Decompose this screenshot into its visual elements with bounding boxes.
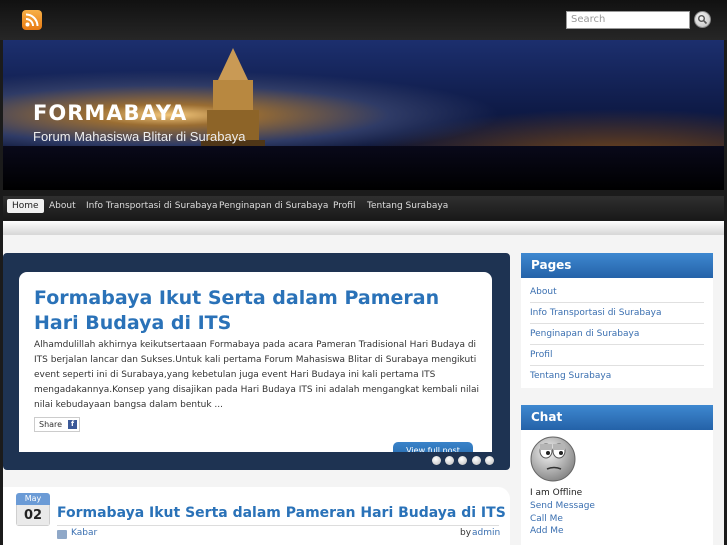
header-stripe [3,221,724,235]
category-icon [57,530,67,539]
pages-list: About Info Transportasi di Surabaya Peng… [521,278,713,386]
post-date-day: 02 [16,505,50,526]
post-by-label: by [460,528,472,538]
top-bar: Search [0,0,727,40]
site-title[interactable]: FORMABAYA [33,101,187,125]
header-banner: FORMABAYA Forum Mahasiswa Blitar di Sura… [3,40,724,190]
featured-excerpt: Alhamdulillah akhirnya keikutsertaaan Fo… [34,340,479,410]
featured-slide: Formabaya Ikut Serta dalam Pameran Hari … [19,272,492,452]
slider-dot[interactable] [458,456,467,465]
pages-item-penginapan[interactable]: Penginapan di Surabaya [530,324,704,345]
nav-item-profil[interactable]: Profil [333,201,355,211]
slider-dot[interactable] [485,456,494,465]
featured-title[interactable]: Formabaya Ikut Serta dalam Pameran Hari … [34,286,474,336]
main-nav: Home About Info Transportasi di Surabaya… [3,196,724,220]
slider-dot[interactable] [445,456,454,465]
nav-item-tentang-surabaya[interactable]: Tentang Surabaya [367,201,448,211]
post-divider [57,525,499,526]
pages-item-profil[interactable]: Profil [530,345,704,366]
share-button[interactable]: Share f [34,417,80,432]
slider-dot[interactable] [472,456,481,465]
slider-dot[interactable] [432,456,441,465]
nav-item-about[interactable]: About [49,201,76,211]
pages-widget-title: Pages [521,253,713,278]
site-description: Forum Mahasiswa Blitar di Surabaya [33,129,246,144]
nav-item-info-transportasi[interactable]: Info Transportasi di Surabaya [86,201,217,211]
chat-widget: Chat I am Offline Send Message Call Me A… [521,405,713,545]
share-label: Share [39,420,63,429]
pages-item-info-transportasi[interactable]: Info Transportasi di Surabaya [530,303,704,324]
chat-widget-title: Chat [521,405,713,430]
pages-item-about[interactable]: About [530,282,704,303]
nav-item-penginapan[interactable]: Penginapan di Surabaya [219,201,328,211]
post-date-month: May [16,493,50,505]
pages-widget: Pages About Info Transportasi di Surabay… [521,253,713,388]
post-date-badge: May 02 [16,493,50,526]
post-category[interactable]: Kabar [71,528,97,538]
header-ground [3,146,724,190]
call-me-link[interactable]: Call Me [530,514,563,524]
post-author[interactable]: admin [472,528,500,538]
add-me-link[interactable]: Add Me [530,526,564,536]
pages-item-tentang-surabaya[interactable]: Tentang Surabaya [530,366,704,386]
view-full-post-button[interactable]: View full post [393,442,473,452]
rss-icon[interactable] [22,10,42,30]
chat-status: I am Offline [530,488,583,498]
chat-avatar-icon [530,436,576,482]
post-entry: May 02 Formabaya Ikut Serta dalam Pamera… [3,487,510,545]
send-message-link[interactable]: Send Message [530,501,595,511]
facebook-icon: f [68,420,77,429]
nav-item-home[interactable]: Home [7,199,44,213]
search-icon[interactable] [694,11,711,28]
post-title[interactable]: Formabaya Ikut Serta dalam Pameran Hari … [57,505,506,521]
search-input[interactable]: Search [566,11,690,29]
